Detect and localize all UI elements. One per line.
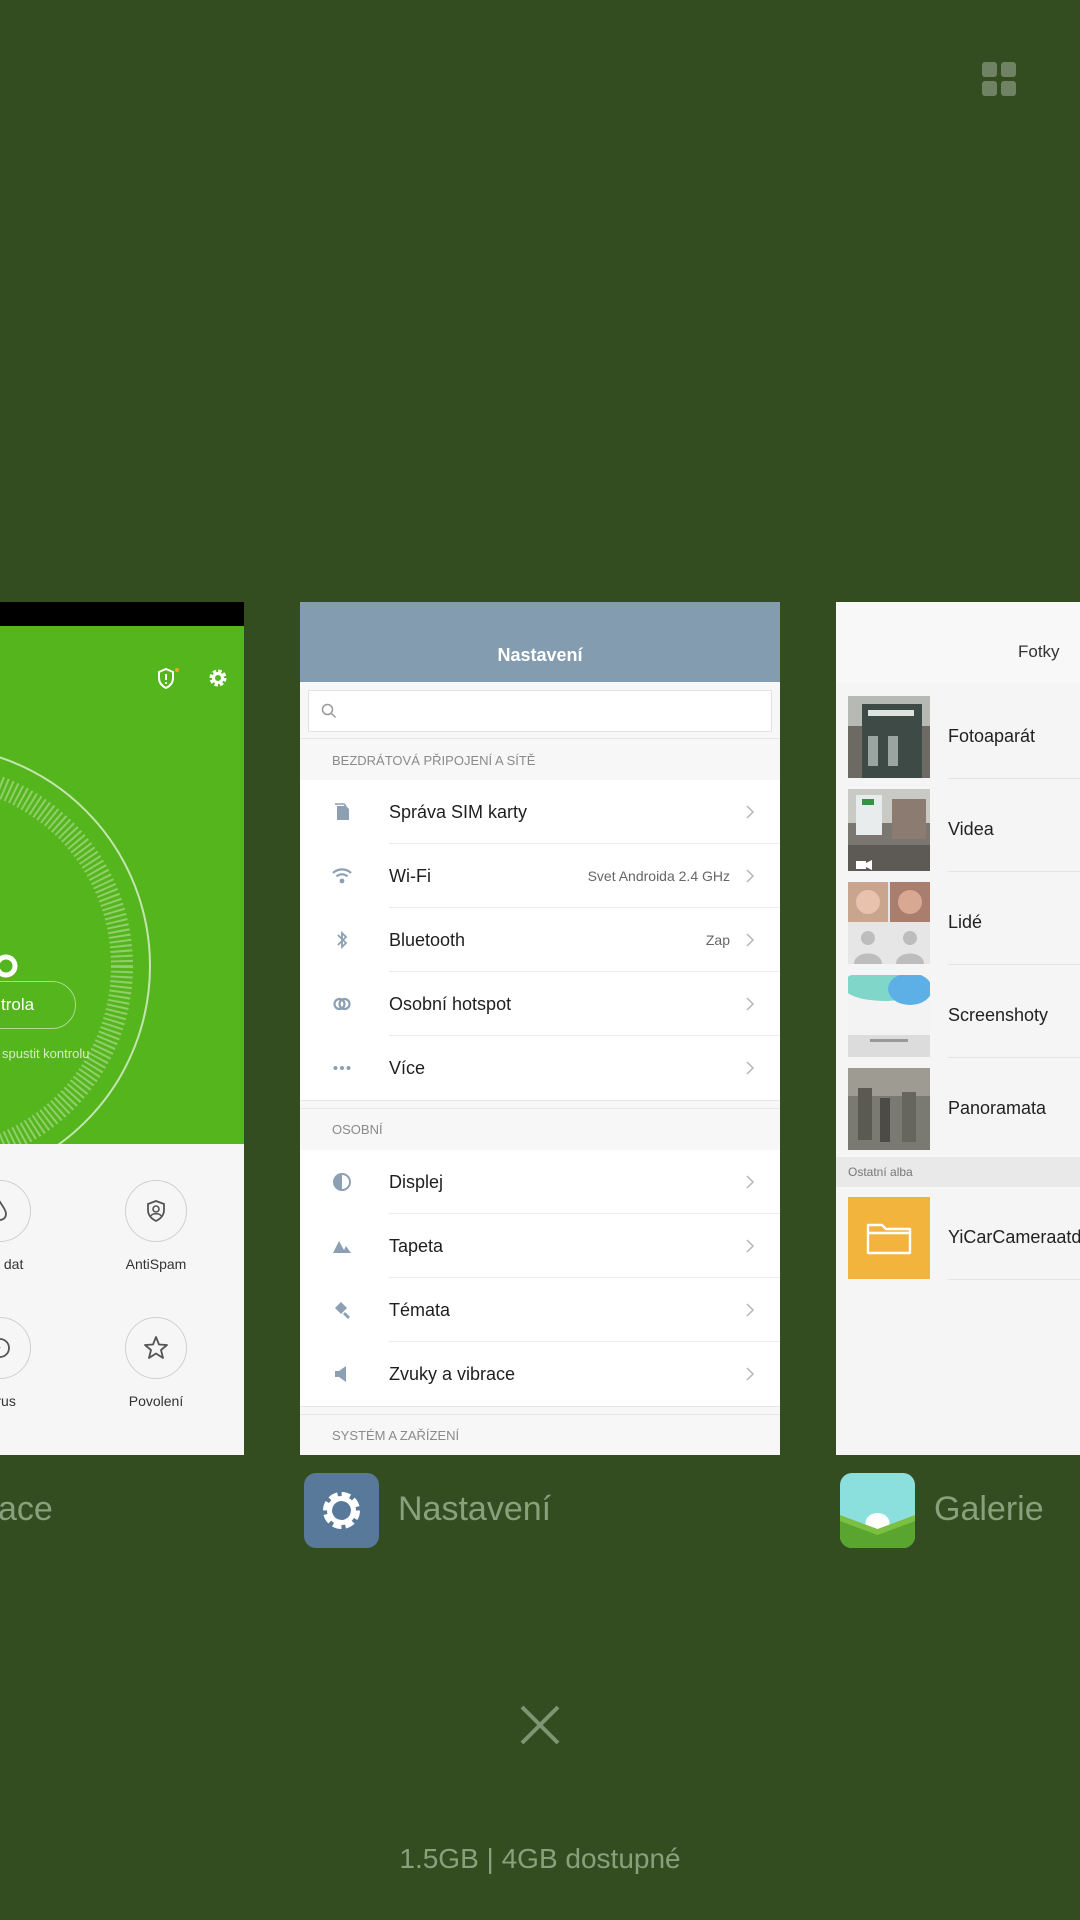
scan-hint: spustit kontrolu (2, 1046, 90, 1061)
themes-icon (335, 1302, 351, 1320)
other-albums-header: Ostatní alba (836, 1157, 1080, 1187)
settings-title: Nastavení (300, 602, 780, 682)
section-label-personal: OSOBNÍ (332, 1122, 383, 1137)
folder-icon (848, 1197, 930, 1279)
row-value: Zap (705, 932, 730, 948)
app-label-security: ace (0, 1490, 53, 1528)
album-item[interactable]: Videa (836, 779, 1080, 872)
gallery-title: Fotky (1018, 642, 1060, 661)
section-label-wireless: BEZDRÁTOVÁ PŘIPOJENÍ A SÍTĚ (332, 753, 536, 768)
tool-label: AntiSpam (125, 1256, 187, 1272)
settings-row-themes[interactable]: Témata (300, 1278, 780, 1342)
settings-row-bluetooth[interactable]: Bluetooth Zap (300, 908, 780, 972)
sound-icon (335, 1366, 346, 1382)
tool-cleaner[interactable]: eba dat (0, 1180, 55, 1272)
album-name: Fotoaparát (948, 726, 1036, 746)
tool-label: eba dat (0, 1256, 24, 1272)
app-label-gallery: Galerie (934, 1490, 1044, 1528)
recent-app-card-security[interactable]: trola spustit kontrolu eba dat AntiSpam … (0, 602, 244, 1455)
bluetooth-icon (337, 930, 348, 950)
row-label: Osobní hotspot (389, 994, 512, 1014)
settings-row-more[interactable]: Více (300, 1036, 780, 1100)
chevron-right-icon (746, 1061, 755, 1075)
album-item[interactable]: Screenshoty (836, 965, 1080, 1058)
album-name: Screenshoty (948, 1005, 1049, 1025)
album-item[interactable]: Lidé (836, 872, 1080, 965)
tool-label: Povolení (128, 1393, 184, 1409)
chevron-right-icon (746, 933, 755, 947)
search-icon (321, 703, 337, 719)
album-thumbnail (848, 882, 930, 964)
row-label: Bluetooth (389, 930, 466, 950)
row-label: Více (389, 1058, 426, 1078)
settings-row-sim[interactable]: Správa SIM karty (300, 780, 780, 844)
tool-permissions[interactable]: Povolení (101, 1317, 211, 1409)
chevron-right-icon (746, 805, 755, 819)
wifi-icon (332, 868, 352, 884)
close-all-icon[interactable] (515, 1700, 565, 1750)
album-item[interactable]: Fotoaparát (836, 686, 1080, 779)
tool-virus[interactable]: Virus (0, 1317, 55, 1409)
row-label: Tapeta (389, 1236, 444, 1256)
row-label: Displej (389, 1172, 444, 1192)
security-header: trola spustit kontrolu (0, 626, 244, 1144)
album-name: Lidé (948, 912, 983, 932)
wallpaper-icon (333, 1241, 351, 1253)
chevron-right-icon (746, 1175, 755, 1189)
gear-icon[interactable] (206, 666, 230, 690)
row-label: Správa SIM karty (389, 802, 528, 822)
album-item[interactable]: YiCarCameraatd (836, 1187, 1080, 1280)
chevron-right-icon (746, 1239, 755, 1253)
album-thumbnail (848, 789, 930, 871)
scan-icon (0, 1317, 31, 1379)
search-input[interactable] (308, 690, 772, 732)
settings-row-wifi[interactable]: Wi-Fi Svet Androida 2.4 GHz (300, 844, 780, 908)
settings-row-wallpaper[interactable]: Tapeta (300, 1214, 780, 1278)
hotspot-icon (333, 997, 351, 1011)
chevron-right-icon (746, 1303, 755, 1317)
album-name: Videa (948, 819, 994, 839)
recent-app-card-settings[interactable]: Nastavení BEZDRÁTOVÁ PŘIPOJENÍ A SÍTĚ Sp… (300, 602, 780, 1455)
memory-status: 1.5GB | 4GB dostupné (399, 1843, 681, 1874)
settings-app-icon (304, 1473, 379, 1548)
album-name: YiCarCameraatd (948, 1227, 1080, 1247)
display-icon (333, 1173, 351, 1191)
scan-button[interactable]: trola (0, 981, 76, 1029)
chevron-right-icon (746, 997, 755, 1011)
tool-antispam[interactable]: AntiSpam (101, 1180, 211, 1272)
shield-user-icon (125, 1180, 187, 1242)
settings-row-sound[interactable]: Zvuky a vibrace (300, 1342, 780, 1406)
status-bar (0, 602, 244, 626)
row-label: Zvuky a vibrace (389, 1364, 516, 1384)
gallery-app-icon (840, 1473, 915, 1548)
grid-view-icon[interactable] (980, 60, 1016, 96)
star-icon (125, 1317, 187, 1379)
album-name: Panoramata (948, 1098, 1047, 1118)
tool-label: Virus (0, 1393, 16, 1409)
album-thumbnail (848, 975, 930, 1057)
album-thumbnail (848, 696, 930, 778)
section-label-system: SYSTÉM A ZAŘÍZENÍ (332, 1428, 460, 1443)
settings-row-display[interactable]: Displej (300, 1150, 780, 1214)
settings-row-hotspot[interactable]: Osobní hotspot (300, 972, 780, 1036)
more-icon (333, 1066, 351, 1070)
shield-alert-icon[interactable] (155, 666, 181, 692)
scan-gauge (0, 745, 151, 1144)
sim-card-icon (335, 803, 349, 820)
album-item[interactable]: Panoramata (836, 1058, 1080, 1151)
row-label: Témata (389, 1300, 451, 1320)
chevron-right-icon (746, 869, 755, 883)
row-value: Svet Androida 2.4 GHz (587, 868, 730, 884)
recent-app-card-gallery[interactable]: Fotky Fotoaparát Videa Lidé Screenshoty … (836, 602, 1080, 1455)
row-label: Wi-Fi (389, 866, 431, 886)
album-thumbnail (848, 1068, 930, 1150)
chevron-right-icon (746, 1367, 755, 1381)
app-label-settings: Nastavení (398, 1490, 552, 1528)
drop-icon (0, 1180, 31, 1242)
